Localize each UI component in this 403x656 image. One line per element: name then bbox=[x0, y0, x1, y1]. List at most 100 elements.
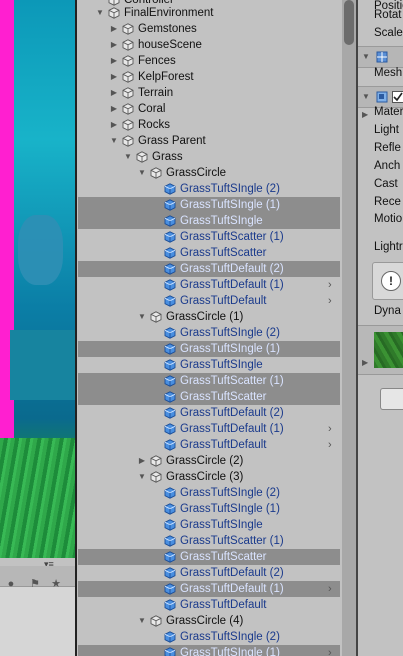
fold-arrow-icon[interactable]: ▼ bbox=[362, 92, 370, 101]
gameobject-cube-icon bbox=[122, 55, 134, 67]
expand-arrow-icon[interactable]: ▼ bbox=[137, 309, 147, 325]
hierarchy-prefab-row[interactable]: GrassTuftSIngle (2) bbox=[78, 629, 340, 645]
hierarchy-row[interactable]: ▼ Grass bbox=[78, 149, 340, 165]
collapse-arrow-icon[interactable]: ▶ bbox=[109, 69, 119, 85]
inspector-cast-label: Cast bbox=[374, 178, 398, 190]
hierarchy-prefab-row[interactable]: GrassTuftSIngle (1) bbox=[78, 197, 340, 213]
hierarchy-prefab-row[interactable]: GrassTuftScatter bbox=[78, 389, 340, 405]
materials-fold-icon[interactable]: ▶ bbox=[362, 110, 368, 119]
hierarchy-prefab-row[interactable]: GrassTuftDefault (2) bbox=[78, 405, 340, 421]
open-prefab-chevron-icon[interactable]: › bbox=[328, 277, 338, 293]
prefab-cube-icon bbox=[164, 359, 176, 371]
open-prefab-chevron-icon[interactable]: › bbox=[328, 421, 338, 437]
hierarchy-row[interactable]: ▼ GrassCircle bbox=[78, 165, 340, 181]
panel-divider[interactable] bbox=[75, 0, 77, 656]
fold-arrow-icon[interactable]: ▶ bbox=[362, 358, 368, 367]
hierarchy-prefab-row[interactable]: GrassTuftDefault (1) › bbox=[78, 277, 340, 293]
fold-arrow-icon[interactable]: ▼ bbox=[362, 52, 370, 61]
scene-view[interactable] bbox=[0, 0, 75, 558]
hierarchy-row[interactable]: ▼ GrassCircle (4) bbox=[78, 613, 340, 629]
inspector-receive-label: Rece bbox=[374, 196, 401, 208]
expand-arrow-icon[interactable]: ▼ bbox=[137, 469, 147, 485]
hierarchy-row[interactable]: ▶ Gemstones bbox=[78, 21, 340, 37]
hierarchy-row-label: Gemstones bbox=[138, 23, 197, 35]
hierarchy-row-label: GrassTuftSIngle (1) bbox=[180, 199, 280, 211]
hierarchy-row[interactable]: ▼ Grass Parent bbox=[78, 133, 340, 149]
hierarchy-row[interactable]: ▼ GrassCircle (3) bbox=[78, 469, 340, 485]
hierarchy-row-label: GrassTuftSIngle bbox=[180, 359, 263, 371]
hierarchy-prefab-row[interactable]: GrassTuftSIngle bbox=[78, 357, 340, 373]
hierarchy-prefab-row[interactable]: GrassTuftSIngle (1) bbox=[78, 501, 340, 517]
expand-arrow-icon[interactable]: ▼ bbox=[95, 5, 105, 21]
collapse-arrow-icon[interactable]: ▶ bbox=[109, 117, 119, 133]
expand-arrow-icon[interactable]: ▼ bbox=[137, 613, 147, 629]
meshrenderer-header[interactable]: ▼ bbox=[358, 86, 403, 108]
hierarchy-row-label: GrassTuftSIngle (2) bbox=[180, 327, 280, 339]
collapse-arrow-icon[interactable]: ▶ bbox=[137, 453, 147, 469]
hierarchy-prefab-row[interactable]: GrassTuftDefault (2) bbox=[78, 261, 340, 277]
hierarchy-row[interactable]: ▶ GrassCircle (2) bbox=[78, 453, 340, 469]
hierarchy-row-label: GrassTuftScatter bbox=[180, 391, 267, 403]
prefab-cube-icon bbox=[164, 583, 176, 595]
collapse-arrow-icon[interactable]: ▶ bbox=[109, 21, 119, 37]
hierarchy-panel[interactable]: Controller ▼ FinalEnvironment ▶ Gemstones ▶ ho… bbox=[78, 0, 340, 656]
hierarchy-row[interactable]: ▶ Fences bbox=[78, 53, 340, 69]
hierarchy-row[interactable]: ▶ Terrain bbox=[78, 85, 340, 101]
hierarchy-prefab-row[interactable]: GrassTuftScatter (1) bbox=[78, 373, 340, 389]
hierarchy-row[interactable]: ▶ Coral bbox=[78, 101, 340, 117]
inspector-mesh-label: Mesh bbox=[374, 67, 403, 79]
hierarchy-prefab-row[interactable]: GrassTuftDefault bbox=[78, 597, 340, 613]
gameobject-cube-icon bbox=[122, 71, 134, 83]
hierarchy-prefab-row[interactable]: GrassTuftScatter (1) bbox=[78, 229, 340, 245]
hierarchy-prefab-row[interactable]: GrassTuftSIngle bbox=[78, 517, 340, 533]
meshfilter-header[interactable]: ▼ bbox=[358, 46, 403, 68]
hierarchy-row-label: Rocks bbox=[138, 119, 170, 131]
material-preview-row[interactable]: ▶ bbox=[358, 325, 403, 375]
gameobject-cube-icon bbox=[122, 103, 134, 115]
hierarchy-row[interactable]: ▼ FinalEnvironment bbox=[78, 5, 340, 21]
hierarchy-prefab-row[interactable]: GrassTuftSIngle (1) bbox=[78, 341, 340, 357]
hierarchy-row-label: GrassTuftSIngle (1) bbox=[180, 647, 280, 656]
collapse-arrow-icon[interactable]: ▶ bbox=[109, 53, 119, 69]
hierarchy-prefab-row[interactable]: GrassTuftSIngle bbox=[78, 213, 340, 229]
expand-arrow-icon[interactable]: ▼ bbox=[137, 165, 147, 181]
hierarchy-prefab-row[interactable]: GrassTuftSIngle (2) bbox=[78, 325, 340, 341]
hierarchy-prefab-row[interactable]: GrassTuftDefault › bbox=[78, 437, 340, 453]
hierarchy-row[interactable]: ▶ KelpForest bbox=[78, 69, 340, 85]
scrollbar-thumb[interactable] bbox=[344, 0, 354, 45]
hierarchy-prefab-row[interactable]: GrassTuftDefault (2) bbox=[78, 565, 340, 581]
expand-arrow-icon[interactable]: ▼ bbox=[109, 133, 119, 149]
open-prefab-chevron-icon[interactable]: › bbox=[328, 645, 338, 656]
hierarchy-prefab-row[interactable]: GrassTuftDefault (1) › bbox=[78, 581, 340, 597]
prefab-cube-icon bbox=[164, 487, 176, 499]
collapse-arrow-icon[interactable]: ▶ bbox=[109, 37, 119, 53]
hierarchy-prefab-row[interactable]: GrassTuftSIngle (1) › bbox=[78, 645, 340, 656]
collapse-arrow-icon[interactable]: ▶ bbox=[109, 85, 119, 101]
hierarchy-prefab-row[interactable]: GrassTuftScatter bbox=[78, 245, 340, 261]
hierarchy-row[interactable]: ▶ Rocks bbox=[78, 117, 340, 133]
gameobject-cube-icon bbox=[150, 167, 162, 179]
expand-arrow-icon[interactable]: ▼ bbox=[123, 149, 133, 165]
prefab-cube-icon bbox=[164, 519, 176, 531]
hierarchy-prefab-row[interactable]: GrassTuftDefault (1) › bbox=[78, 421, 340, 437]
prefab-cube-icon bbox=[164, 407, 176, 419]
hierarchy-row[interactable]: ▶ houseScene bbox=[78, 37, 340, 53]
hierarchy-prefab-row[interactable]: GrassTuftScatter (1) bbox=[78, 533, 340, 549]
hierarchy-scrollbar[interactable] bbox=[342, 0, 356, 656]
prefab-cube-icon bbox=[164, 263, 176, 275]
inspector-panel: Position Rotat Scale ▼ Mesh ▼ ▶ Mater Li… bbox=[358, 0, 403, 656]
hierarchy-row-label: Terrain bbox=[138, 87, 174, 99]
open-prefab-chevron-icon[interactable]: › bbox=[328, 437, 338, 453]
hierarchy-prefab-row[interactable]: GrassTuftScatter bbox=[78, 549, 340, 565]
hierarchy-prefab-row[interactable]: GrassTuftDefault › bbox=[78, 293, 340, 309]
material-thumbnail[interactable] bbox=[374, 332, 403, 368]
gameobject-cube-icon bbox=[150, 455, 162, 467]
hierarchy-prefab-row[interactable]: GrassTuftSIngle (2) bbox=[78, 181, 340, 197]
hierarchy-prefab-row[interactable]: GrassTuftSIngle (2) bbox=[78, 485, 340, 501]
add-component-button[interactable] bbox=[380, 388, 403, 410]
collapse-arrow-icon[interactable]: ▶ bbox=[109, 101, 119, 117]
open-prefab-chevron-icon[interactable]: › bbox=[328, 581, 338, 597]
enabled-checkbox-icon[interactable] bbox=[392, 91, 403, 103]
open-prefab-chevron-icon[interactable]: › bbox=[328, 293, 338, 309]
hierarchy-row[interactable]: ▼ GrassCircle (1) bbox=[78, 309, 340, 325]
